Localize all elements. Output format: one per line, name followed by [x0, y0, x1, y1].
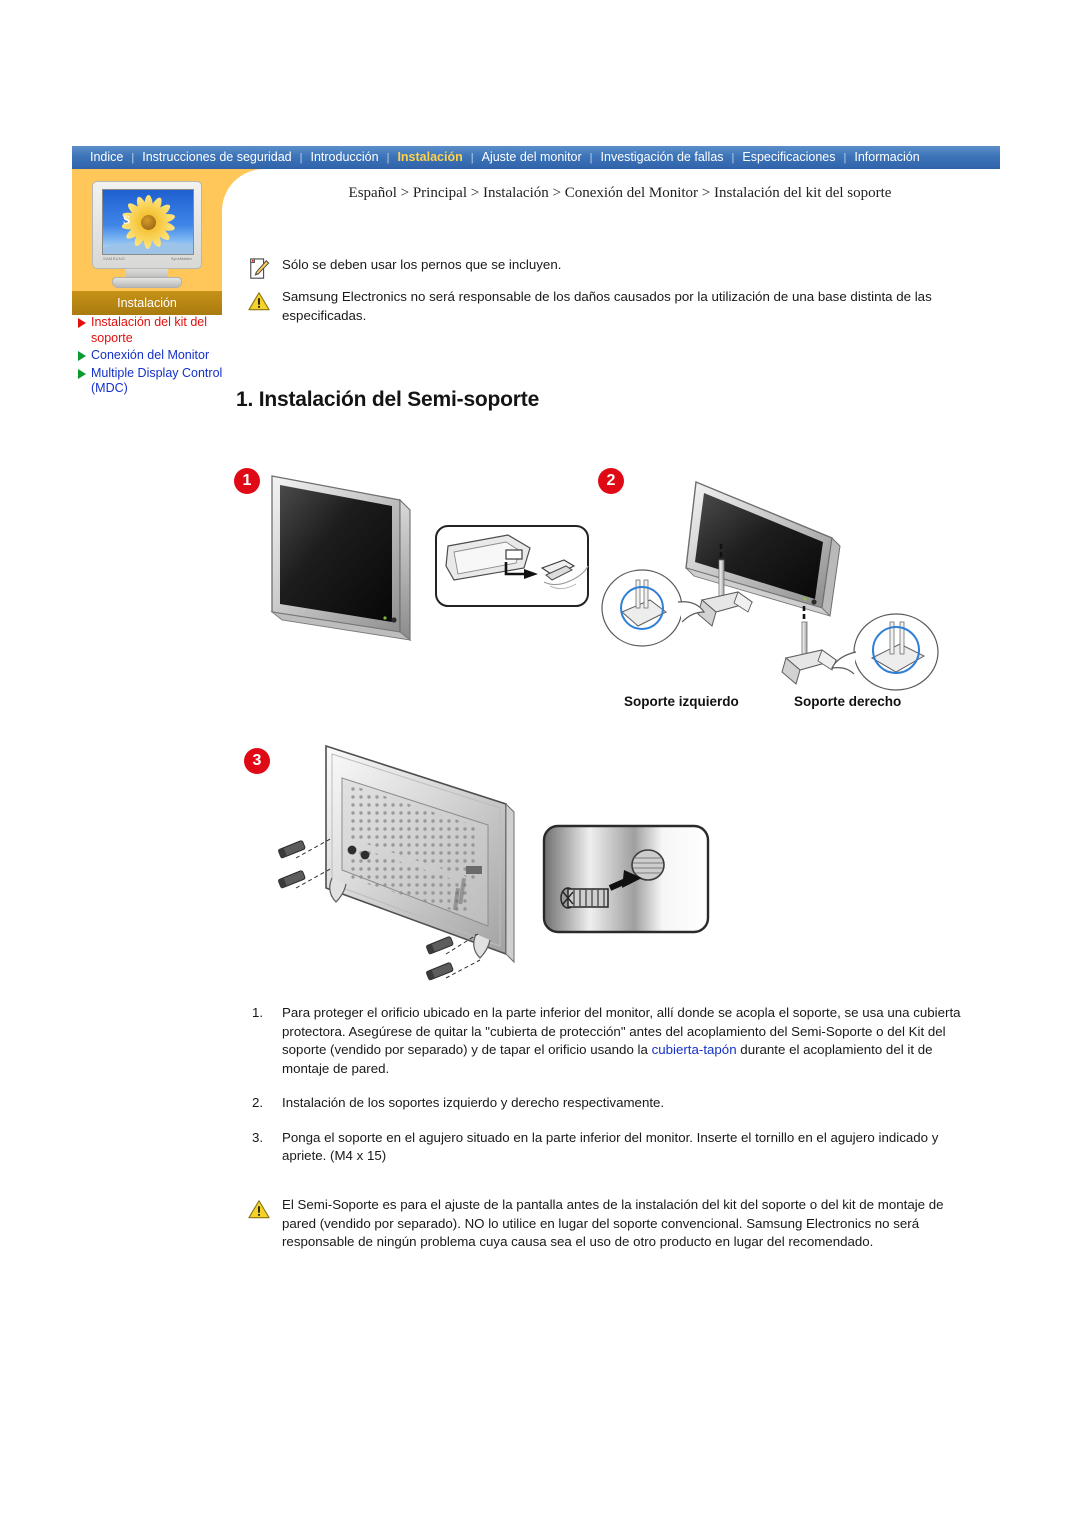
figure-step-1-illustration	[270, 475, 589, 642]
breadcrumb: Español > Principal > Instalación > Cone…	[348, 185, 892, 201]
note-text: Samsung Electronics no será responsable …	[282, 289, 932, 323]
instruction-item-2: 2. Instalación de los soportes izquierdo…	[252, 1094, 974, 1113]
note-text: El Semi-Soporte es para el ajuste de la …	[282, 1197, 944, 1249]
screen-letter: S	[123, 212, 131, 227]
nav-item-instalacion[interactable]: Instalación	[389, 146, 470, 169]
note-bolts: Sólo se deben usar los pernos que se inc…	[248, 256, 960, 281]
warning-triangle-icon	[248, 1200, 270, 1219]
label-soporte-izquierdo: Soporte izquierdo	[624, 694, 739, 709]
nav-item-especificaciones[interactable]: Especificaciones	[734, 146, 843, 169]
note-text: Sólo se deben usar los pernos que se inc…	[282, 257, 562, 272]
crt-monitor-body: S SAMSUNG SyncMaster	[92, 181, 202, 269]
arrow-right-icon	[78, 368, 86, 379]
note-semi-support-warning: El Semi-Soporte es para el ajuste de la …	[248, 1196, 960, 1252]
nav-item-informacion[interactable]: Información	[846, 146, 927, 169]
sidebar-item-multiple-display-control[interactable]: Multiple Display Control (MDC)	[78, 366, 232, 397]
nav-item-ajuste-del-monitor[interactable]: Ajuste del monitor	[474, 146, 590, 169]
arrow-right-icon	[78, 318, 86, 328]
monitor-brand-left: SAMSUNG	[103, 256, 126, 261]
nav-item-introduccion[interactable]: Introducción	[302, 146, 386, 169]
instruction-text: Ponga el soporte en el agujero situado e…	[282, 1129, 939, 1164]
instruction-inline-link[interactable]: cubierta-tapón	[652, 1042, 737, 1057]
nav-item-instrucciones-de-seguridad[interactable]: Instrucciones de seguridad	[134, 146, 299, 169]
main-navigation: Indice | Instrucciones de seguridad | In…	[72, 146, 1000, 169]
instruction-number: 3.	[252, 1129, 264, 1145]
monitor-brand-right: SyncMaster	[170, 256, 192, 261]
instruction-text: Instalación de los soportes izquierdo y …	[282, 1095, 665, 1110]
crt-monitor-screen: S	[102, 189, 194, 255]
label-soporte-derecho: Soporte derecho	[794, 694, 902, 709]
installation-figures: 1 2 3 Soporte izquierdo Soporte derecho	[230, 462, 990, 992]
sunflower-center	[140, 214, 156, 230]
monitor-thumbnail-image: S SAMSUNG SyncMaster	[90, 181, 204, 289]
monitor-base	[112, 277, 182, 288]
sidebar-item-conexion-del-monitor[interactable]: Conexión del Monitor	[78, 348, 232, 364]
figure-step-3-illustration	[278, 744, 710, 981]
sidebar-item-label: Instalación del kit del soporte	[91, 315, 208, 345]
figure-step-2-illustration	[601, 481, 939, 691]
numbered-instructions: 1. Para proteger el orificio ubicado en …	[252, 1004, 974, 1182]
warning-triangle-icon	[248, 292, 270, 311]
instruction-item-3: 3. Ponga el soporte en el agujero situad…	[252, 1129, 974, 1166]
arrow-right-icon	[78, 351, 86, 361]
nav-item-indice[interactable]: Indice	[82, 146, 131, 169]
note-liability: Samsung Electronics no será responsable …	[248, 288, 960, 325]
manual-page: Indice | Instrucciones de seguridad | In…	[0, 0, 1080, 1528]
step-badge-1: 1	[234, 468, 260, 494]
instruction-text: Para proteger el orificio ubicado en la …	[282, 1004, 974, 1078]
sidebar-item-label: Multiple Display Control (MDC)	[91, 365, 223, 396]
note-pencil-icon	[250, 258, 270, 279]
sidebar-item-instalacion-del-kit-del-soporte[interactable]: Instalación del kit del soporte	[78, 315, 232, 346]
nav-item-investigacion-de-fallas[interactable]: Investigación de fallas	[593, 146, 732, 169]
step-badge-3: 3	[244, 748, 270, 774]
sidebar-link-list: Instalación del kit del soporte Conexión…	[72, 315, 232, 399]
instruction-number: 2.	[252, 1095, 264, 1110]
sidebar-item-label: Conexión del Monitor	[91, 348, 210, 362]
instruction-item-1: 1. Para proteger el orificio ubicado en …	[252, 1004, 974, 1078]
instruction-number: 1.	[252, 1005, 264, 1020]
sidebar-section-title: Instalación	[72, 291, 222, 315]
page-title: 1. Instalación del Semi-soporte	[236, 388, 540, 411]
